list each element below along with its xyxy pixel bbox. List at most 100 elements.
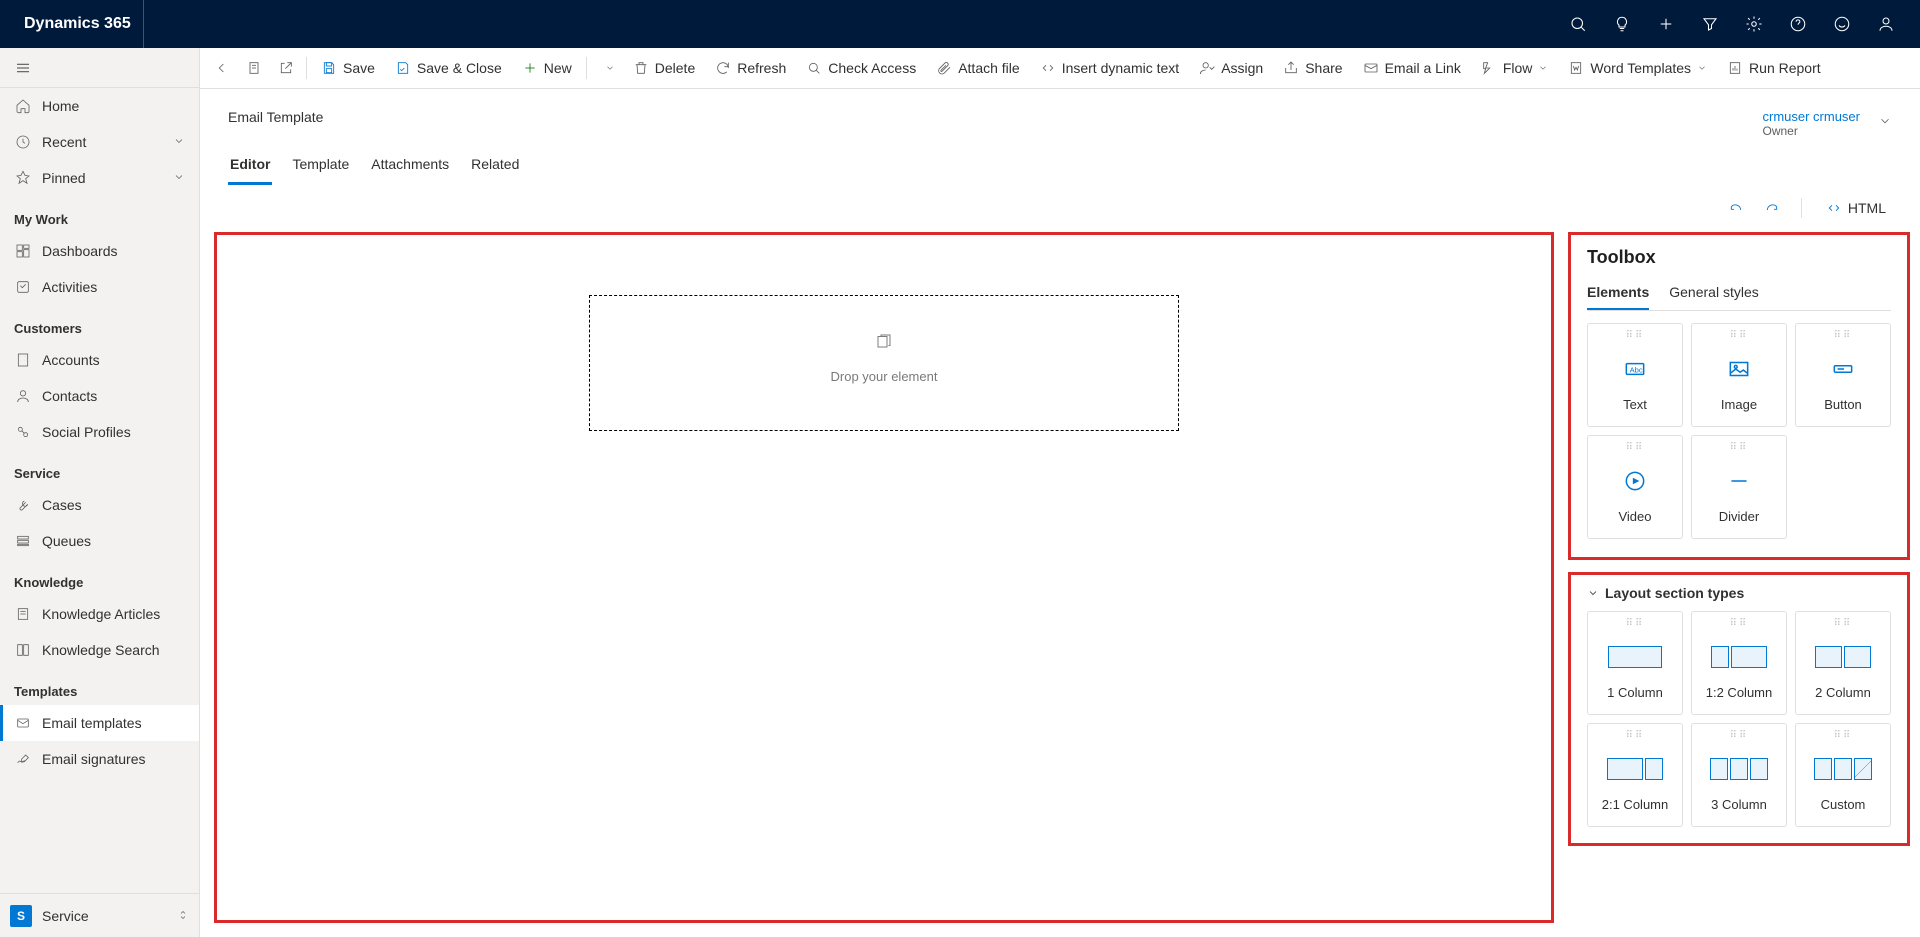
- gear-icon[interactable]: [1732, 0, 1776, 48]
- layout-tile-3col[interactable]: ⠿⠿ 3 Column: [1691, 723, 1787, 827]
- plus-icon[interactable]: [1644, 0, 1688, 48]
- record-title: Email Template: [228, 109, 323, 125]
- tab-template[interactable]: Template: [290, 146, 351, 185]
- home-icon: [14, 98, 32, 114]
- sidebar-item-recent[interactable]: Recent: [0, 124, 199, 160]
- new-button[interactable]: New: [512, 48, 582, 89]
- undo-button[interactable]: [1721, 194, 1751, 222]
- sidebar-item-label: Recent: [42, 134, 86, 150]
- section-label-templates: Templates: [0, 668, 199, 705]
- sidebar-item-knowledge-search[interactable]: Knowledge Search: [0, 632, 199, 668]
- toolbox-panel: Toolbox Elements General styles ⠿⠿ Abc T…: [1568, 232, 1910, 560]
- filter-icon[interactable]: [1688, 0, 1732, 48]
- delete-button[interactable]: Delete: [623, 48, 705, 89]
- toolbox-tab-styles[interactable]: General styles: [1669, 278, 1758, 310]
- back-button[interactable]: [206, 48, 238, 89]
- user-icon[interactable]: [1864, 0, 1908, 48]
- sidebar-item-label: Email templates: [42, 715, 142, 731]
- redo-button[interactable]: [1757, 194, 1787, 222]
- assign-button[interactable]: Assign: [1189, 48, 1273, 89]
- tab-related[interactable]: Related: [469, 146, 521, 185]
- run-report-button[interactable]: Run Report: [1717, 48, 1831, 89]
- layout-header[interactable]: Layout section types: [1587, 585, 1891, 601]
- sidebar-item-email-signatures[interactable]: Email signatures: [0, 741, 199, 777]
- one-two-column-icon: [1711, 628, 1767, 685]
- sidebar-item-label: Cases: [42, 497, 82, 513]
- insert-dynamic-button[interactable]: Insert dynamic text: [1030, 48, 1190, 89]
- toolbox-tab-elements[interactable]: Elements: [1587, 278, 1649, 310]
- tab-editor[interactable]: Editor: [228, 146, 272, 185]
- sidebar-item-knowledge-articles[interactable]: Knowledge Articles: [0, 596, 199, 632]
- drop-text: Drop your element: [600, 369, 1168, 384]
- sidebar-item-social[interactable]: Social Profiles: [0, 414, 199, 450]
- drop-zone[interactable]: Drop your element: [589, 295, 1179, 431]
- check-access-button[interactable]: Check Access: [796, 48, 926, 89]
- tab-attachments[interactable]: Attachments: [369, 146, 451, 185]
- element-tile-video[interactable]: ⠿⠿ Video: [1587, 435, 1683, 539]
- two-one-column-icon: [1607, 740, 1663, 797]
- activity-icon: [14, 279, 32, 295]
- sidebar-item-label: Contacts: [42, 388, 97, 404]
- sidebar-item-dashboards[interactable]: Dashboards: [0, 233, 199, 269]
- text-icon: Abc: [1622, 340, 1648, 397]
- element-tile-text[interactable]: ⠿⠿ Abc Text: [1587, 323, 1683, 427]
- wrench-icon: [14, 497, 32, 513]
- element-tile-image[interactable]: ⠿⠿ Image: [1691, 323, 1787, 427]
- element-tile-divider[interactable]: ⠿⠿ Divider: [1691, 435, 1787, 539]
- sidebar-item-contacts[interactable]: Contacts: [0, 378, 199, 414]
- email-link-button[interactable]: Email a Link: [1353, 48, 1471, 89]
- sidebar-item-label: Activities: [42, 279, 97, 295]
- layout-panel: Layout section types ⠿⠿ 1 Column ⠿⠿ 1:2 …: [1568, 572, 1910, 846]
- video-icon: [1622, 452, 1648, 509]
- element-tile-button[interactable]: ⠿⠿ Button: [1795, 323, 1891, 427]
- queue-icon: [14, 533, 32, 549]
- building-icon: [14, 352, 32, 368]
- help-icon[interactable]: [1776, 0, 1820, 48]
- drag-handle-icon: ⠿⠿: [1730, 444, 1749, 452]
- left-sidebar: Home Recent Pinned My Work Dashboards Ac…: [0, 48, 200, 937]
- new-dropdown[interactable]: [591, 48, 623, 89]
- layout-tile-2col[interactable]: ⠿⠿ 2 Column: [1795, 611, 1891, 715]
- word-templates-button[interactable]: Word Templates: [1558, 48, 1717, 89]
- open-new-icon[interactable]: [270, 48, 302, 89]
- section-label-customers: Customers: [0, 305, 199, 342]
- hamburger-button[interactable]: [0, 48, 199, 88]
- smiley-icon[interactable]: [1820, 0, 1864, 48]
- pin-icon: [14, 170, 32, 186]
- drag-handle-icon: ⠿⠿: [1730, 732, 1749, 740]
- drag-handle-icon: ⠿⠿: [1626, 332, 1645, 340]
- sidebar-item-pinned[interactable]: Pinned: [0, 160, 199, 196]
- sidebar-item-label: Knowledge Articles: [42, 606, 160, 622]
- layout-tile-1-2col[interactable]: ⠿⠿ 1:2 Column: [1691, 611, 1787, 715]
- layout-tile-2-1col[interactable]: ⠿⠿ 2:1 Column: [1587, 723, 1683, 827]
- form-icon[interactable]: [238, 48, 270, 89]
- sidebar-item-home[interactable]: Home: [0, 88, 199, 124]
- owner-block[interactable]: crmuser crmuser Owner: [1762, 109, 1860, 138]
- share-button[interactable]: Share: [1273, 48, 1352, 89]
- refresh-button[interactable]: Refresh: [705, 48, 796, 89]
- sidebar-item-queues[interactable]: Queues: [0, 523, 199, 559]
- lightbulb-icon[interactable]: [1600, 0, 1644, 48]
- flow-button[interactable]: Flow: [1471, 48, 1559, 89]
- save-close-button[interactable]: Save & Close: [385, 48, 512, 89]
- layout-tile-custom[interactable]: ⠿⠿ Custom: [1795, 723, 1891, 827]
- sidebar-item-email-templates[interactable]: Email templates: [0, 705, 199, 741]
- html-button[interactable]: HTML: [1816, 200, 1896, 216]
- section-label-service: Service: [0, 450, 199, 487]
- sidebar-item-activities[interactable]: Activities: [0, 269, 199, 305]
- section-label-knowledge: Knowledge: [0, 559, 199, 596]
- button-icon: [1830, 340, 1856, 397]
- sidebar-item-label: Email signatures: [42, 751, 146, 767]
- attach-file-button[interactable]: Attach file: [926, 48, 1029, 89]
- canvas-area[interactable]: Drop your element: [214, 232, 1554, 923]
- sidebar-item-label: Home: [42, 98, 79, 114]
- sidebar-item-cases[interactable]: Cases: [0, 487, 199, 523]
- sidebar-item-accounts[interactable]: Accounts: [0, 342, 199, 378]
- expand-chevron[interactable]: [1878, 114, 1892, 133]
- save-button[interactable]: Save: [311, 48, 385, 89]
- area-switcher[interactable]: S Service: [0, 893, 199, 937]
- social-icon: [14, 424, 32, 440]
- search-icon[interactable]: [1556, 0, 1600, 48]
- drop-icon: [600, 332, 1168, 355]
- layout-tile-1col[interactable]: ⠿⠿ 1 Column: [1587, 611, 1683, 715]
